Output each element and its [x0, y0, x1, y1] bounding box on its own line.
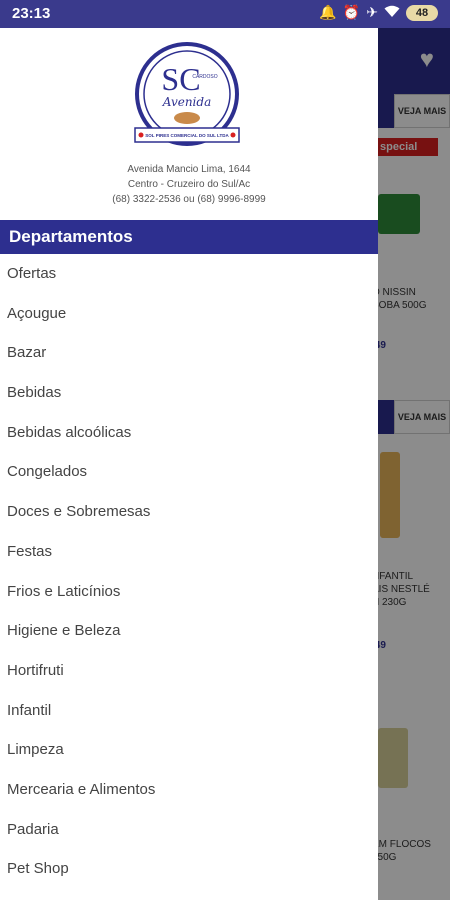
department-item-ofertas[interactable]: Ofertas [0, 254, 378, 294]
wifi-icon [384, 5, 400, 21]
status-time: 23:13 [12, 5, 51, 22]
logo-script: Avenida [162, 95, 211, 109]
logo-small-text: CARDOSO [192, 74, 217, 80]
logo-banner-text: SOL PIRES COMERCIAL DO SUL LTDA [145, 133, 229, 138]
department-item-pet-shop[interactable]: Pet Shop [0, 849, 378, 889]
department-item-acougue[interactable]: Açougue [0, 294, 378, 334]
store-header: SC CARDOSO Avenida SOL PIRES COMERCIAL D… [0, 28, 378, 220]
department-item-limpeza[interactable]: Limpeza [0, 730, 378, 770]
status-bar: 23:13 🔔 ⏰ ✈ 48 [0, 0, 450, 28]
department-item-hortifruti[interactable]: Hortifruti [0, 651, 378, 691]
department-item-infantil[interactable]: Infantil [0, 691, 378, 731]
notification-icon: 🔔 [319, 4, 337, 20]
department-item-higiene-e-beleza[interactable]: Higiene e Beleza [0, 611, 378, 651]
department-item-bazar[interactable]: Bazar [0, 333, 378, 373]
alarm-icon: ⏰ [342, 4, 361, 20]
department-item-bebidas-alcoolicas[interactable]: Bebidas alcoólicas [0, 413, 378, 453]
store-logo: SC CARDOSO Avenida SOL PIRES COMERCIAL D… [134, 42, 240, 146]
department-item-congelados[interactable]: Congelados [0, 452, 378, 492]
departments-header: Departamentos [0, 220, 378, 254]
department-item-mercearia-e-alimentos[interactable]: Mercearia e Alimentos [0, 770, 378, 810]
store-phones: (68) 3322-2536 ou (68) 9996-8999 [112, 194, 266, 205]
airplane-icon: ✈ [366, 4, 378, 20]
department-item-bebidas[interactable]: Bebidas [0, 373, 378, 413]
department-item-doces-e-sobremesas[interactable]: Doces e Sobremesas [0, 492, 378, 532]
department-item-padaria[interactable]: Padaria [0, 810, 378, 850]
status-icons: 🔔 ⏰ ✈ 48 [319, 4, 438, 21]
departments-list: Ofertas Açougue Bazar Bebidas Bebidas al… [0, 254, 378, 889]
department-item-festas[interactable]: Festas [0, 532, 378, 572]
battery-indicator: 48 [406, 4, 438, 21]
store-address-line1: Avenida Mancio Lima, 1644 [127, 164, 251, 175]
store-address-line2: Centro - Cruzeiro do Sul/Ac [127, 179, 251, 190]
department-item-frios-e-laticinios[interactable]: Frios e Laticínios [0, 572, 378, 612]
navigation-drawer: SC CARDOSO Avenida SOL PIRES COMERCIAL D… [0, 28, 378, 900]
